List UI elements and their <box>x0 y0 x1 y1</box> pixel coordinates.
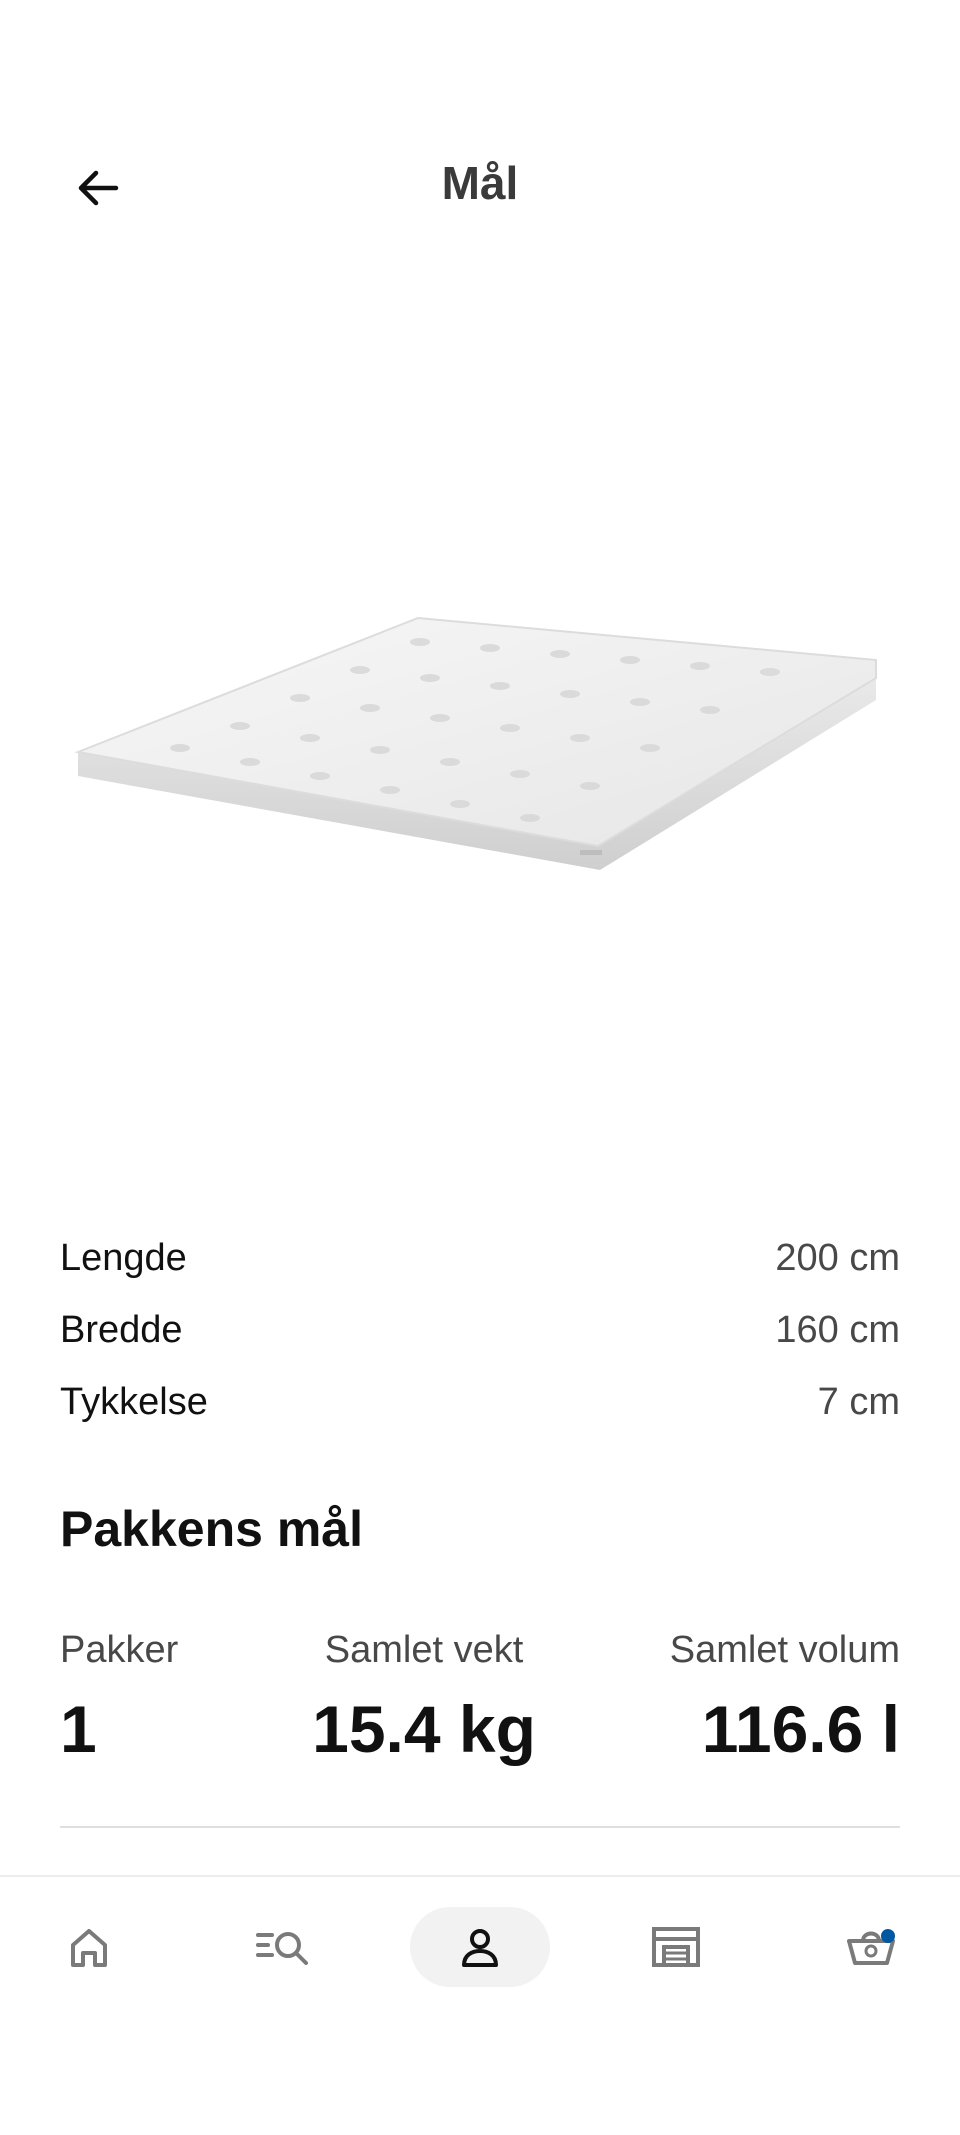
spec-label: Lengde <box>60 1236 187 1279</box>
bottom-nav <box>0 1875 960 2135</box>
header: Mål <box>0 120 960 250</box>
package-count-label: Pakker <box>60 1629 179 1671</box>
store-icon <box>652 1927 700 1967</box>
divider <box>60 1826 900 1828</box>
package-section-title: Pakkens mål <box>60 1501 363 1557</box>
package-count-value: 1 <box>60 1692 97 1766</box>
package-weight-value: 15.4 kg <box>312 1692 536 1766</box>
nav-home[interactable] <box>19 1907 159 1987</box>
home-icon <box>71 1929 107 1967</box>
nav-cart[interactable] <box>801 1907 941 1987</box>
spec-label: Tykkelse <box>60 1380 208 1423</box>
package-volume-value: 116.6 l <box>701 1692 900 1766</box>
package-info: Pakker 1 Samlet vekt 15.4 kg Samlet volu… <box>60 1622 900 1774</box>
search-icon <box>256 1932 308 1965</box>
spec-label: Bredde <box>60 1308 183 1351</box>
package-weight: Samlet vekt 15.4 kg <box>312 1622 536 1774</box>
profile-icon <box>462 1929 498 1967</box>
package-weight-label: Samlet vekt <box>324 1629 524 1671</box>
package-count: Pakker 1 <box>60 1622 178 1774</box>
product-image <box>60 560 900 900</box>
spec-row-width: Bredde 160 cm <box>60 1294 900 1366</box>
package-volume-label: Samlet volum <box>669 1629 900 1671</box>
spec-row-thickness: Tykkelse 7 cm <box>60 1366 900 1438</box>
nav-profile[interactable] <box>410 1907 550 1987</box>
nav-search[interactable] <box>214 1907 354 1987</box>
spec-row-length: Lengde 200 cm <box>60 1222 900 1294</box>
spec-value: 200 cm <box>775 1236 900 1279</box>
cart-badge <box>881 1929 895 1943</box>
page-title: Mål <box>441 157 519 209</box>
nav-store[interactable] <box>606 1907 746 1987</box>
spec-value: 160 cm <box>775 1308 900 1351</box>
spec-value: 7 cm <box>817 1380 900 1423</box>
dimensions-list: Lengde 200 cm Bredde 160 cm Tykkelse 7 c… <box>60 1222 900 1438</box>
package-volume: Samlet volum 116.6 l <box>670 1622 900 1774</box>
